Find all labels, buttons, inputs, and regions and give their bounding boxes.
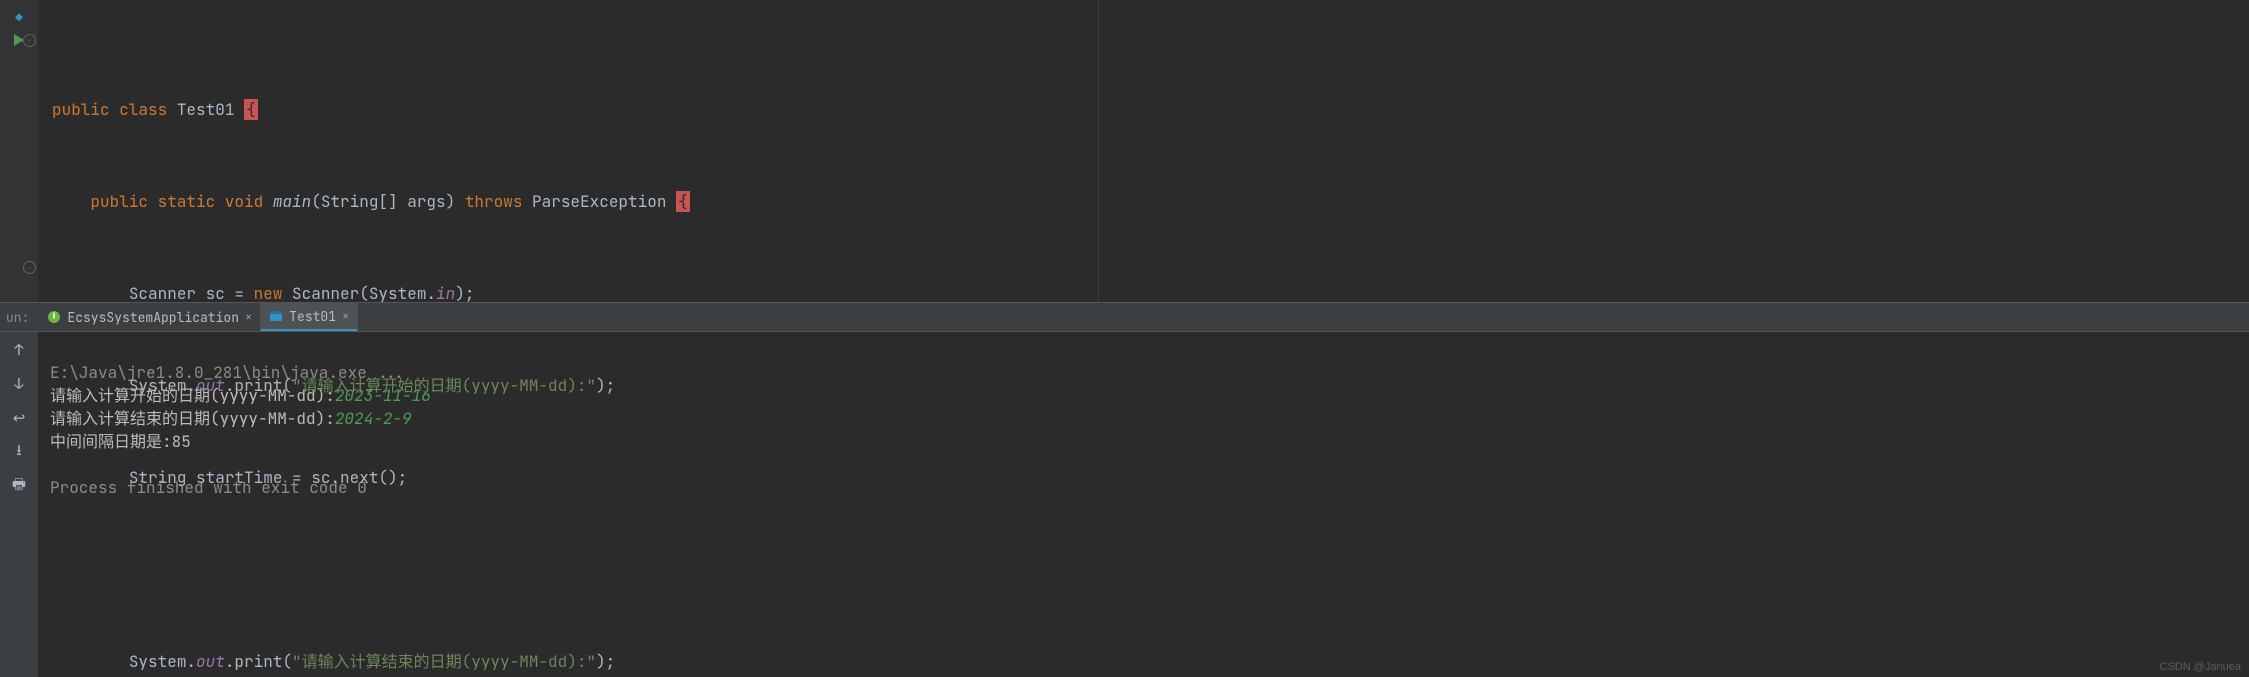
code-line: System.out.print("请输入计算开始的日期(yyyy-MM-dd)… (52, 374, 2249, 397)
code-line (52, 558, 2249, 581)
code-line: public static void main(String[] args) t… (52, 190, 2249, 213)
code-line: Scanner sc = new Scanner(System.in); (52, 282, 2249, 305)
watermark: CSDN @Januea (2160, 661, 2241, 673)
editor-right-margin (1098, 0, 1099, 302)
soft-wrap-icon[interactable]: ↩ (7, 406, 31, 430)
editor-gutter: ◆ − − (0, 0, 38, 302)
scroll-to-end-icon[interactable]: ⭳ (7, 440, 31, 464)
scroll-up-icon[interactable]: ↑ (7, 338, 31, 362)
code-line: String startTime = sc.next(); (52, 466, 2249, 489)
code-editor[interactable]: public class Test01 { public static void… (38, 0, 2249, 302)
code-line: public class Test01 { (52, 98, 2249, 121)
scroll-down-icon[interactable]: ↓ (7, 372, 31, 396)
gutter-structure-icon[interactable]: ◆ (0, 6, 38, 29)
gutter-run-icon[interactable]: − (0, 29, 38, 52)
gutter-foldend-icon[interactable]: − (0, 256, 38, 279)
console-toolbar: ↑ ↓ ↩ ⭳ 🖶 (0, 332, 38, 677)
code-line: System.out.print("请输入计算结束的日期(yyyy-MM-dd)… (52, 650, 2249, 673)
print-icon[interactable]: 🖶 (7, 474, 31, 498)
run-label: un: (0, 309, 39, 326)
